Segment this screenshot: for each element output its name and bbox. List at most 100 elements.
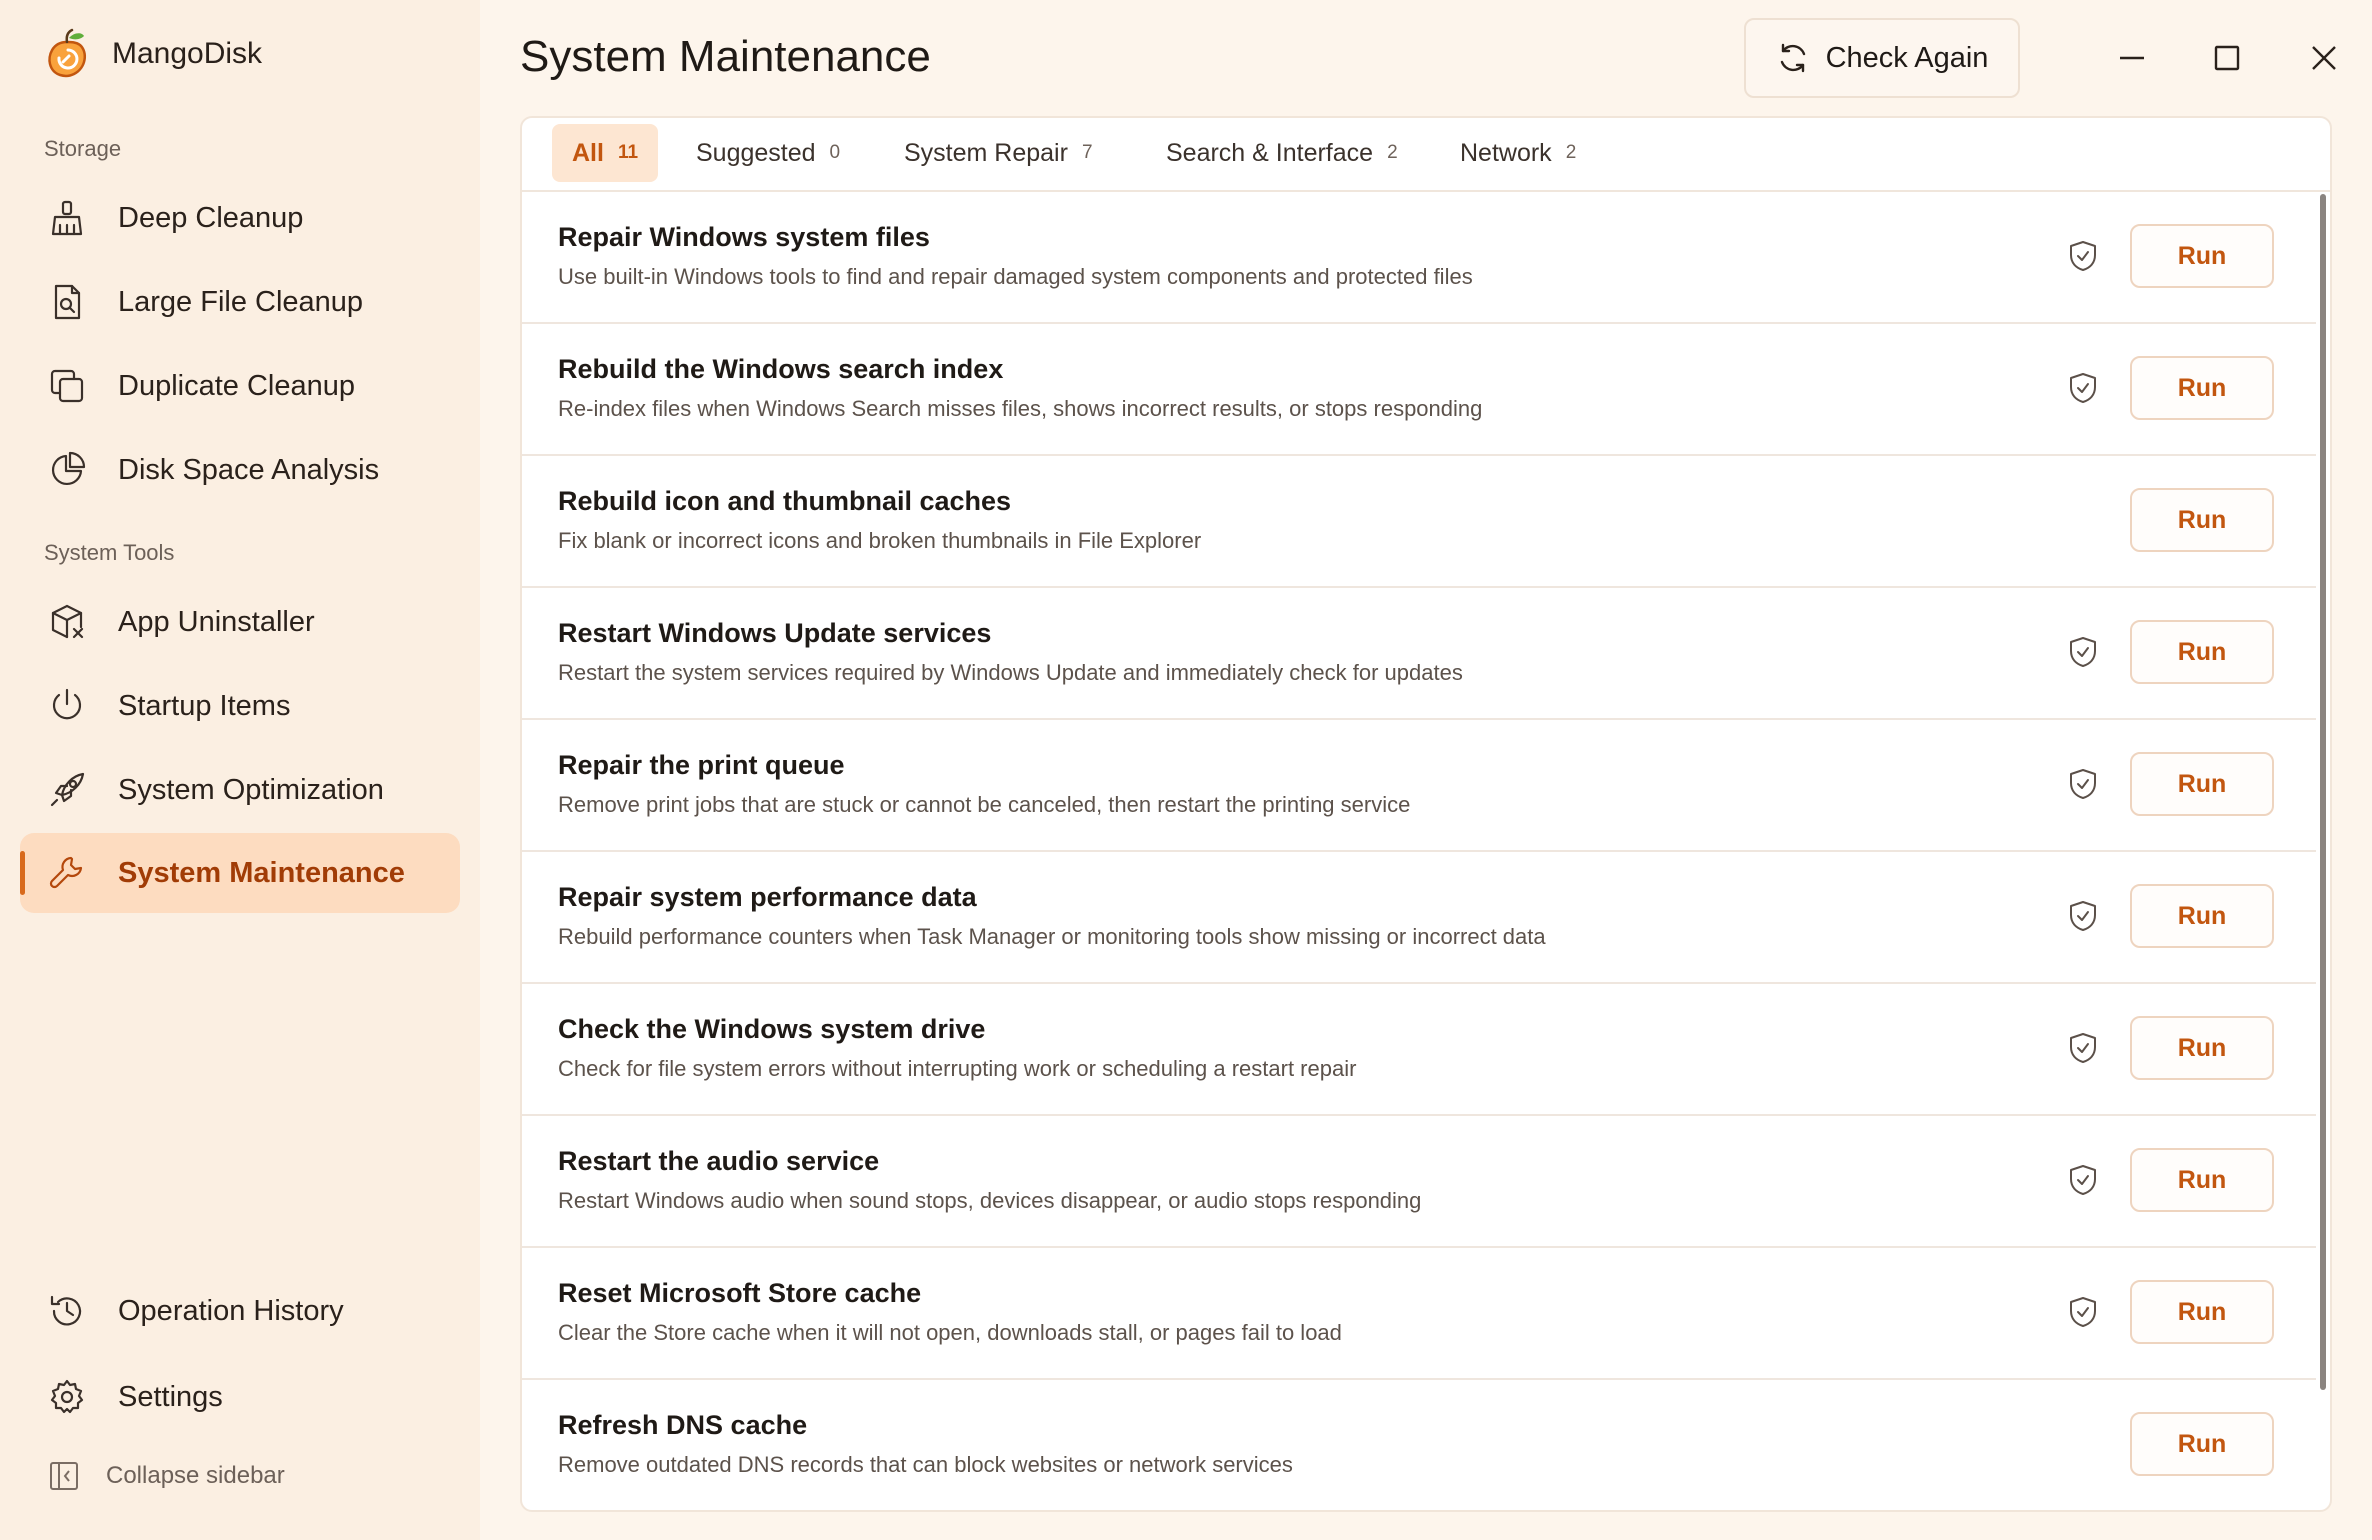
minimize-button[interactable] (2102, 28, 2162, 88)
run-button[interactable]: Run (2130, 1280, 2274, 1344)
power-icon (46, 685, 88, 727)
task-description: Rebuild performance counters when Task M… (558, 924, 1546, 949)
sidebar-collapse-icon (50, 1462, 78, 1490)
tab-count: 2 (1387, 142, 1398, 163)
close-icon (2312, 46, 2336, 70)
task-description: Re-index files when Windows Search misse… (558, 396, 1483, 421)
run-button[interactable]: Run (2130, 1412, 2274, 1476)
run-button[interactable]: Run (2130, 1016, 2274, 1080)
run-button[interactable]: Run (2130, 224, 2274, 288)
section-label-storage: Storage (44, 136, 122, 161)
sidebar-item-duplicate-cleanup[interactable]: Duplicate Cleanup (20, 346, 460, 426)
check-again-button[interactable]: Check Again (1744, 18, 2020, 98)
broom-icon (46, 197, 88, 239)
sidebar-item-settings[interactable]: Settings (20, 1357, 460, 1437)
refresh-icon (1780, 43, 1805, 73)
task-title: Restart Windows Update services (558, 618, 992, 648)
rocket-icon (46, 769, 88, 811)
tab-label: All (572, 138, 604, 167)
task-row: Restart the audio service Restart Windows… (522, 1116, 2316, 1248)
task-title: Check the Windows system drive (558, 1014, 986, 1044)
sidebar-item-label: Settings (118, 1380, 223, 1413)
close-button[interactable] (2294, 28, 2354, 88)
sidebar-item-label: Disk Space Analysis (118, 453, 380, 486)
task-title: Repair Windows system files (558, 222, 930, 252)
run-button[interactable]: Run (2130, 1148, 2274, 1212)
app-name: MangoDisk (112, 37, 263, 70)
shield-icon (2068, 372, 2100, 406)
brand: MangoDisk (44, 28, 262, 80)
task-row: Repair Windows system files Use built-in … (522, 192, 2316, 324)
gear-icon (46, 1376, 88, 1418)
scrollbar[interactable] (2318, 194, 2328, 1510)
task-row: Repair the print queue Remove print jobs … (522, 720, 2316, 852)
run-button[interactable]: Run (2130, 620, 2274, 684)
tab-count: 7 (1081, 142, 1093, 163)
tab-all[interactable]: All 11 (552, 124, 659, 182)
sidebar-item-operation-history[interactable]: Operation History (20, 1271, 460, 1351)
sidebar-item-system-maintenance[interactable]: System Maintenance (20, 833, 460, 913)
mango-logo-icon (48, 28, 87, 78)
package-remove-icon (46, 601, 88, 643)
file-search-icon (46, 281, 88, 323)
collapse-sidebar-button[interactable]: Collapse sidebar (48, 1460, 285, 1492)
tab-label: Suggested (696, 138, 816, 167)
sidebar: MangoDisk Storage Deep Cleanup Large Fil… (0, 0, 480, 1540)
shield-icon (2068, 240, 2100, 274)
task-description: Use built-in Windows tools to find and r… (558, 264, 1473, 289)
sidebar-item-system-optimization[interactable]: System Optimization (20, 750, 460, 830)
shield-icon (2068, 900, 2100, 934)
run-button[interactable]: Run (2130, 884, 2274, 948)
task-row: Rebuild the Windows search index Re-index… (522, 324, 2316, 456)
pie-chart-icon (46, 449, 88, 491)
sidebar-item-deep-cleanup[interactable]: Deep Cleanup (20, 178, 460, 258)
tab-label: Search & Interface (1166, 138, 1374, 167)
run-button[interactable]: Run (2130, 356, 2274, 420)
shield-icon (2068, 1164, 2100, 1198)
collapse-sidebar-label: Collapse sidebar (106, 1462, 285, 1489)
task-row: Check the Windows system drive Check for … (522, 984, 2316, 1116)
task-row: Restart Windows Update services Restart t… (522, 588, 2316, 720)
task-title: Reset Microsoft Store cache (558, 1278, 922, 1308)
sidebar-item-label: Duplicate Cleanup (118, 369, 355, 402)
sidebar-item-app-uninstaller[interactable]: App Uninstaller (20, 582, 460, 662)
page-title: System Maintenance (520, 32, 931, 81)
task-description: Restart the system services required by … (558, 660, 1463, 685)
task-description: Remove print jobs that are stuck or cann… (558, 792, 1411, 817)
task-row: Repair system performance data Rebuild pe… (522, 852, 2316, 984)
sidebar-item-large-file-cleanup[interactable]: Large File Cleanup (20, 262, 460, 342)
shield-icon (2068, 1296, 2100, 1330)
task-description: Clear the Store cache when it will not o… (558, 1320, 1342, 1345)
sidebar-item-label: System Optimization (118, 773, 384, 806)
sidebar-item-startup-items[interactable]: Startup Items (20, 666, 460, 746)
tab-suggested[interactable]: Suggested 0 (676, 124, 860, 182)
task-title: Rebuild icon and thumbnail caches (558, 486, 1012, 516)
wrench-icon (46, 852, 88, 894)
scrollbar-thumb[interactable] (2320, 194, 2326, 1390)
sidebar-item-disk-space-analysis[interactable]: Disk Space Analysis (20, 430, 460, 510)
task-title: Refresh DNS cache (558, 1410, 808, 1440)
sidebar-item-label: Large File Cleanup (118, 285, 364, 318)
sidebar-item-label: System Maintenance (118, 856, 405, 889)
task-list: Repair Windows system files Use built-in … (522, 192, 2316, 1510)
task-description: Remove outdated DNS records that can blo… (558, 1452, 1293, 1477)
history-icon (46, 1290, 88, 1332)
run-button[interactable]: Run (2130, 752, 2274, 816)
tab-search-interface[interactable]: Search & Interface 2 (1146, 124, 1418, 182)
task-row: Reset Microsoft Store cache Clear the Sto… (522, 1248, 2316, 1380)
tab-system-repair[interactable]: System Repair 7 (884, 124, 1113, 182)
shield-icon (2068, 768, 2100, 802)
task-description: Restart Windows audio when sound stops, … (558, 1188, 1422, 1213)
sidebar-item-label: Startup Items (118, 689, 291, 722)
tab-network[interactable]: Network 2 (1440, 124, 1596, 182)
maintenance-panel: All 11 Suggested 0 System Repair 7 Searc… (520, 116, 2332, 1512)
task-title: Restart the audio service (558, 1146, 880, 1176)
task-title: Repair system performance data (558, 882, 977, 912)
sidebar-item-label: Deep Cleanup (118, 201, 304, 234)
maximize-button[interactable] (2197, 28, 2257, 88)
run-button[interactable]: Run (2130, 488, 2274, 552)
task-title: Repair the print queue (558, 750, 845, 780)
task-row: Rebuild icon and thumbnail caches Fix bla… (522, 456, 2316, 588)
shield-icon (2068, 636, 2100, 670)
copy-icon (46, 365, 88, 407)
